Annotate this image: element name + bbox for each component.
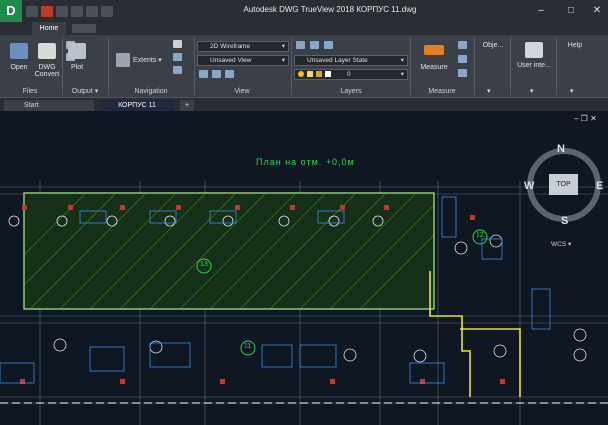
measure-small-icon-3[interactable] [458, 69, 467, 77]
maximize-button[interactable]: □ [562, 4, 580, 18]
dwg-convert-button[interactable]: DWG Convert [32, 64, 62, 78]
plot-button[interactable]: Plot [64, 64, 90, 71]
help-expand-chevron-icon[interactable]: ▾ [570, 87, 574, 95]
dwg-convert-icon[interactable] [38, 43, 56, 59]
viewcube-east[interactable]: E [596, 180, 603, 192]
close-button[interactable]: ✕ [588, 4, 606, 18]
grid-axis-label: 11 [244, 343, 252, 350]
user-interface-panel-label[interactable]: User inte... [512, 62, 556, 69]
measure-ruler-icon[interactable] [424, 45, 444, 55]
user-interface-icon[interactable] [525, 42, 543, 58]
layer-states-icon[interactable] [310, 41, 319, 49]
undo-icon[interactable] [86, 6, 98, 17]
objects-expand-chevron-icon[interactable]: ▾ [487, 87, 491, 95]
current-layer-value: 0 [347, 71, 351, 78]
window-title: Autodesk DWG TrueView 2018 КОРПУС 11.dwg [243, 5, 417, 14]
tab-drawing-file[interactable]: КОРПУС 11 [100, 100, 174, 111]
minimize-button[interactable]: – [532, 4, 550, 18]
layer-on-bulb-icon [298, 71, 304, 77]
layer-state-dropdown[interactable]: Unsaved Layer State ▾ [294, 55, 408, 66]
measure-panel-label: Measure [428, 88, 456, 95]
new-icon[interactable] [26, 6, 38, 17]
chevron-down-icon: ▾ [400, 71, 404, 78]
chevron-down-icon: ▾ [281, 43, 285, 50]
yellow-pipe-route [429, 271, 471, 397]
plot-printer-icon[interactable] [68, 43, 86, 59]
named-view-value: Unsaved View [210, 57, 252, 64]
grid-axis-label: 12 [476, 232, 484, 239]
extents-zoom-icon[interactable] [116, 53, 130, 67]
layer-state-value: Unsaved Layer State [307, 57, 368, 64]
open-icon[interactable] [41, 6, 53, 17]
tab-home[interactable]: Home [32, 22, 66, 35]
ribbon-tab-bar: Home [0, 22, 608, 35]
print-icon[interactable] [71, 6, 83, 17]
layer-isolate-icon[interactable] [324, 41, 333, 49]
pan-hand-icon[interactable] [173, 40, 182, 48]
hatched-zone-outline [23, 192, 435, 310]
named-view-dropdown[interactable]: Unsaved View ▾ [197, 55, 289, 66]
save-icon[interactable] [56, 6, 68, 17]
viewport-icon-1[interactable] [199, 70, 208, 78]
wcs-menu[interactable]: WCS ▾ [551, 240, 571, 248]
grid-axis-label: 13 [200, 261, 208, 268]
layer-lock-icon [316, 71, 322, 77]
output-panel-label[interactable]: Output ▾ [62, 86, 108, 98]
yellow-pipe-route [460, 328, 521, 397]
measure-small-icon-2[interactable] [458, 55, 467, 63]
open-button[interactable]: Open [6, 64, 32, 71]
chevron-down-icon: ▾ [400, 57, 404, 64]
ribbon: Open DWG Convert Files Plot Output ▾ Ext… [0, 35, 608, 98]
viewcube-south[interactable]: S [561, 215, 568, 227]
drawing-plan-title: План на отм. +0,0м [256, 157, 355, 167]
user-interface-expand-chevron-icon[interactable]: ▾ [530, 87, 534, 95]
extents-button[interactable]: Extents ▾ [133, 56, 162, 64]
drawing-canvas[interactable]: – ❐ ✕ План на отм. +0,0м 12 13 11 N W E … [0, 111, 608, 425]
document-tab-bar: Start КОРПУС 11 + [0, 98, 608, 111]
visual-style-value: 2D Wireframe [210, 43, 251, 50]
viewcube-top-face[interactable]: TOP [549, 174, 578, 195]
layer-color-swatch [325, 71, 331, 77]
new-tab-button[interactable]: + [180, 100, 194, 111]
layer-freeze-sun-icon [307, 71, 313, 77]
app-logo[interactable]: D [0, 0, 22, 22]
title-bar: D Autodesk DWG TrueView 2018 КОРПУС 11.d… [0, 0, 608, 22]
orbit-icon[interactable] [173, 53, 182, 61]
view-panel-label: View [234, 88, 250, 95]
panel-divider [474, 37, 475, 95]
viewport-icon-3[interactable] [225, 70, 234, 78]
measure-small-icon-1[interactable] [458, 41, 467, 49]
quick-access-toolbar [26, 6, 113, 18]
objects-panel-label[interactable]: Obje... [476, 42, 510, 49]
files-panel-label: Files [22, 88, 38, 95]
viewcube-west[interactable]: W [524, 180, 534, 192]
layers-panel-label: Layers [340, 88, 362, 95]
qat-dropdown-icon[interactable] [101, 6, 113, 17]
tab-start[interactable]: Start [4, 100, 94, 111]
layer-properties-icon[interactable] [296, 41, 305, 49]
panel-divider [510, 37, 511, 95]
ribbon-toggle-icon[interactable] [72, 24, 96, 33]
chevron-down-icon: ▾ [281, 57, 285, 64]
measure-button[interactable]: Measure [414, 64, 454, 71]
panel-divider [556, 37, 557, 95]
viewcube-north[interactable]: N [557, 143, 565, 155]
open-folder-icon[interactable] [10, 43, 28, 59]
visual-style-dropdown[interactable]: 2D Wireframe ▾ [197, 41, 289, 52]
viewport-icon-2[interactable] [212, 70, 221, 78]
viewport-controls[interactable]: – ❐ ✕ [574, 114, 597, 123]
steering-wheel-icon[interactable] [173, 66, 182, 74]
help-panel-label[interactable]: Help [558, 42, 592, 49]
navigation-panel-label: Navigation [134, 88, 168, 95]
